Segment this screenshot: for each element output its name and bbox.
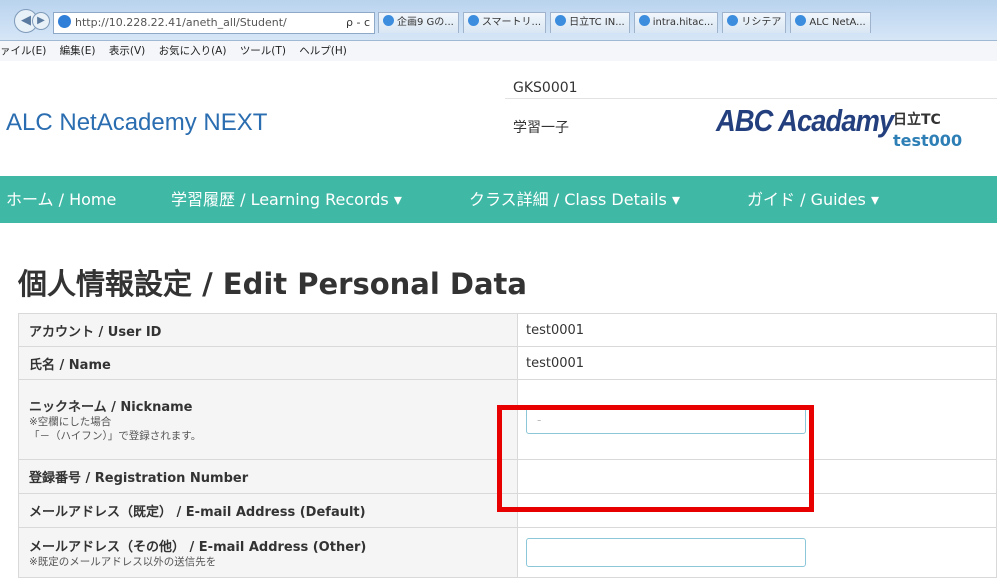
browser-tabbar: ◀ ▶ http://10.228.22.41/aneth_all/Studen… — [0, 0, 997, 41]
menu-edit[interactable]: 編集(E) — [60, 45, 96, 57]
nickname-note: 「－（ハイフン）」で登録されます。 — [29, 430, 202, 442]
menu-favorites[interactable]: お気に入り(A) — [159, 45, 227, 57]
address-search-refresh-icon[interactable]: ρ - c — [346, 13, 370, 33]
tab-favicon-icon — [555, 15, 567, 26]
forward-icon[interactable]: ▶ — [32, 12, 50, 30]
header-divider — [505, 98, 997, 99]
email-other-input[interactable] — [526, 538, 806, 567]
browser-tab[interactable]: スマートリ... — [462, 12, 547, 33]
ie-favicon-icon — [58, 15, 71, 28]
page-title: 個人情報設定 / Edit Personal Data — [18, 267, 527, 301]
academy-logo: ABC Acadamy — [716, 103, 894, 138]
tab-favicon-icon — [727, 15, 739, 26]
tab-favicon-icon — [795, 15, 807, 26]
site-brand[interactable]: ALC NetAcademy NEXT — [6, 109, 267, 137]
tab-favicon-icon — [383, 15, 394, 26]
address-bar[interactable]: http://10.228.22.41/aneth_all/Student/ ρ… — [53, 12, 375, 34]
browser-tab[interactable]: 日立TC IN... — [550, 12, 630, 33]
main-nav: ホーム / Home 学習履歴 / Learning Records ▾ クラス… — [0, 176, 997, 223]
nickname-label-cell: ニックネーム / Nickname ※空欄にした場合 「－（ハイフン）」で登録さ… — [18, 379, 518, 460]
nav-home[interactable]: ホーム / Home — [6, 176, 116, 223]
email-other-label: メールアドレス（その他） / E-mail Address (Other) — [29, 540, 367, 555]
browser-tabs: 企画9 Gの... スマートリ... 日立TC IN... intra.hita… — [378, 12, 875, 34]
email-other-note: ※既定のメールアドレス以外の送信先を — [29, 556, 217, 568]
browser-tab-active[interactable]: ALC NetA... — [790, 12, 871, 33]
name-value: test0001 — [517, 346, 997, 380]
table-row: メールアドレス（その他） / E-mail Address (Other) ※既… — [18, 527, 997, 578]
highlight-annotation-box — [497, 405, 814, 512]
tab-favicon-icon — [638, 15, 650, 26]
menu-help[interactable]: ヘルプ(H) — [299, 45, 347, 57]
nickname-label: ニックネーム / Nickname — [29, 400, 193, 415]
nickname-note: ※空欄にした場合 — [29, 416, 112, 428]
table-row: 氏名 / Name test0001 — [18, 346, 997, 380]
user-id-value: test0001 — [517, 313, 997, 347]
organization-name: 日立TC — [893, 112, 941, 128]
menu-view[interactable]: 表示(V) — [109, 45, 145, 57]
header-user-id: test000 — [893, 131, 963, 150]
menu-tools[interactable]: ツール(T) — [240, 45, 286, 57]
menu-file[interactable]: ァイル(E) — [0, 45, 46, 57]
registration-number-label: 登録番号 / Registration Number — [18, 459, 518, 494]
tab-favicon-icon — [467, 15, 479, 26]
browser-menubar: ァイル(E) 編集(E) 表示(V) お気に入り(A) ツール(T) ヘルプ(H… — [0, 41, 997, 61]
user-id-label: アカウント / User ID — [18, 313, 518, 347]
address-url: http://10.228.22.41/aneth_all/Student/ — [75, 16, 287, 29]
table-row: アカウント / User ID test0001 — [18, 313, 997, 347]
user-code: GKS0001 — [513, 80, 578, 96]
browser-tab[interactable]: 企画9 Gの... — [378, 12, 459, 33]
nav-learning-records[interactable]: 学習履歴 / Learning Records ▾ — [171, 176, 402, 223]
name-label: 氏名 / Name — [18, 346, 518, 380]
browser-tab[interactable]: リシテア — [722, 12, 787, 33]
email-default-label: メールアドレス（既定） / E-mail Address (Default) — [18, 493, 518, 528]
browser-tab[interactable]: intra.hitac... — [633, 12, 719, 33]
email-other-label-cell: メールアドレス（その他） / E-mail Address (Other) ※既… — [18, 527, 518, 578]
nav-class-details[interactable]: クラス詳細 / Class Details ▾ — [469, 176, 680, 223]
nav-guides[interactable]: ガイド / Guides ▾ — [747, 176, 879, 223]
email-other-value-cell — [517, 527, 997, 578]
user-name: 学習一子 — [513, 120, 569, 136]
